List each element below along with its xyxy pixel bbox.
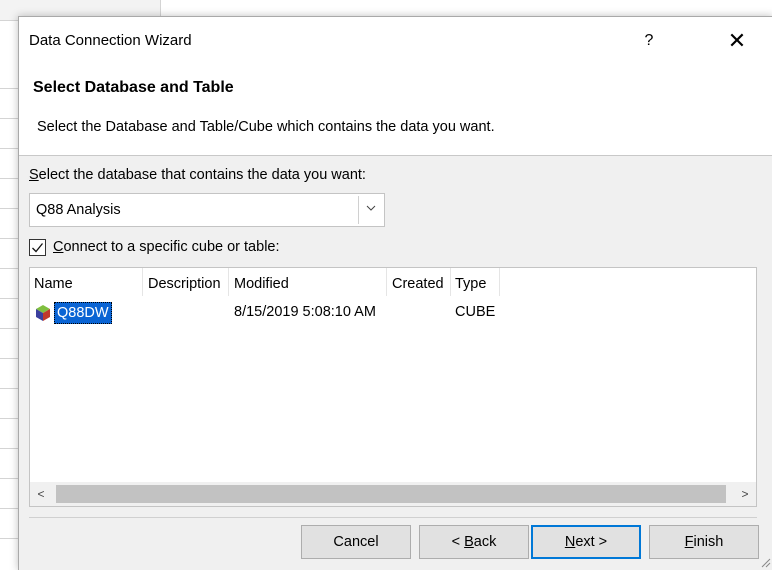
column-header-description[interactable]: Description (148, 276, 221, 292)
title-bar: Data Connection Wizard ? ✕ (19, 17, 772, 65)
row-gridline (0, 238, 18, 239)
row-gridline (0, 208, 18, 209)
row-gridline (0, 358, 18, 359)
back-button-text: ack (473, 534, 497, 550)
connect-specific-cube-label: Connect to a specific cube or table: (53, 239, 280, 255)
finish-button-accelerator: F (684, 534, 694, 550)
resize-grip-icon[interactable] (761, 558, 771, 568)
scroll-right-button[interactable]: > (734, 482, 756, 506)
finish-button-text: inish (693, 534, 724, 550)
row-gridline (0, 178, 18, 179)
back-button-prefix: < (451, 534, 465, 550)
footer-divider (29, 517, 757, 518)
next-button-accelerator: N (564, 534, 576, 550)
row-gridline (0, 88, 18, 89)
row-gridline (0, 298, 18, 299)
checkmark-icon (32, 243, 44, 253)
database-label-text: elect the database that contains the dat… (38, 167, 366, 183)
step-title: Select Database and Table (33, 79, 234, 96)
database-label-accelerator: S (29, 167, 39, 183)
database-dropdown-value: Q88 Analysis (36, 202, 121, 218)
row-gridline (0, 328, 18, 329)
cube-table-list[interactable]: Name Description Modified Created Type Q… (29, 267, 757, 507)
list-header: Name Description Modified Created Type (30, 268, 756, 298)
close-button[interactable]: ✕ (715, 23, 759, 59)
horizontal-scrollbar[interactable]: < > (30, 482, 756, 506)
row-gridline (0, 118, 18, 119)
column-divider[interactable] (142, 268, 143, 296)
column-header-modified[interactable]: Modified (234, 276, 289, 292)
dialog-title: Data Connection Wizard (29, 32, 192, 49)
step-description: Select the Database and Table/Cube which… (37, 119, 495, 135)
next-button[interactable]: Next > (531, 525, 641, 559)
row-gridline (0, 508, 18, 509)
column-divider[interactable] (450, 268, 451, 296)
scroll-left-button[interactable]: < (30, 482, 52, 506)
help-button[interactable]: ? (629, 23, 669, 59)
row-type: CUBE (455, 304, 496, 320)
row-name[interactable]: Q88DW (54, 302, 112, 324)
row-gridline (0, 418, 18, 419)
column-header-created[interactable]: Created (392, 276, 444, 292)
column-header-name[interactable]: Name (34, 276, 73, 292)
row-gridline (0, 148, 18, 149)
database-label: Select the database that contains the da… (29, 167, 366, 183)
wizard-header: Select Database and Table Select the Dat… (19, 65, 772, 156)
row-gridline (0, 268, 18, 269)
row-gridline (0, 388, 18, 389)
column-header-type[interactable]: Type (455, 276, 486, 292)
row-gridline (0, 538, 18, 539)
next-button-text: ext > (575, 534, 608, 550)
cube-icon (36, 305, 50, 321)
back-button[interactable]: < Back (419, 525, 529, 559)
cancel-button[interactable]: Cancel (301, 525, 411, 559)
column-divider[interactable] (228, 268, 229, 296)
connect-specific-cube-checkbox[interactable] (29, 239, 46, 256)
row-gridline (0, 478, 18, 479)
column-divider[interactable] (499, 268, 500, 296)
back-button-accelerator: B (464, 534, 474, 550)
chevron-down-icon[interactable] (358, 196, 382, 224)
database-dropdown[interactable]: Q88 Analysis (29, 193, 385, 227)
connect-label-text: onnect to a specific cube or table: (63, 239, 280, 255)
row-gridline (0, 448, 18, 449)
row-modified: 8/15/2019 5:08:10 AM (234, 304, 376, 320)
table-row[interactable]: Q88DW 8/15/2019 5:08:10 AM CUBE (30, 302, 756, 324)
finish-button[interactable]: Finish (649, 525, 759, 559)
connect-label-accelerator: C (53, 239, 64, 255)
scroll-thumb[interactable] (56, 485, 726, 503)
column-divider[interactable] (386, 268, 387, 296)
data-connection-wizard-dialog: Data Connection Wizard ? ✕ Select Databa… (18, 16, 772, 570)
